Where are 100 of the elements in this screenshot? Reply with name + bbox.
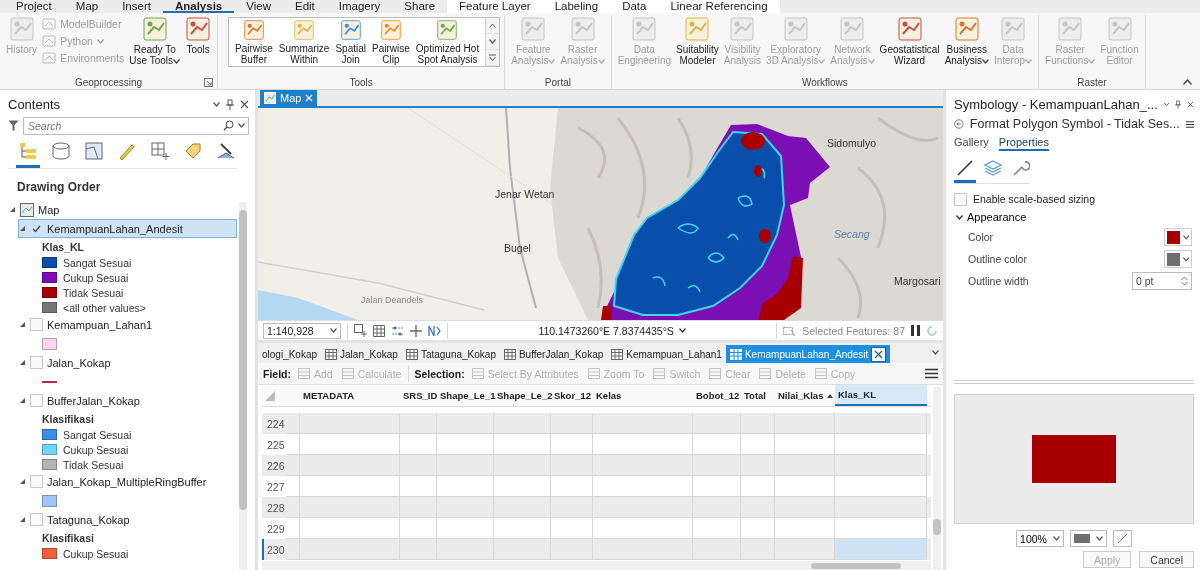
scroll-up-button[interactable] [486,18,500,34]
scale-field[interactable]: 1:140,928 [263,322,341,339]
ribbon-tab[interactable]: Linear Referencing [658,0,780,13]
ribbon-tab[interactable]: Map [63,0,111,13]
layer-add-icon[interactable] [354,324,367,337]
ribbon-button[interactable]: Geostatistical Wizard [877,15,942,67]
checkbox[interactable] [30,513,43,526]
expand-icon[interactable] [9,206,16,213]
column-header[interactable]: Total [741,385,775,406]
layer-item[interactable]: KemampuanLahan_Andesit [18,219,237,238]
expand-icon[interactable] [19,321,26,328]
expand-icon[interactable] [19,397,26,404]
pin-icon[interactable] [226,98,234,110]
ribbon-tab[interactable]: Imagery [326,0,393,13]
row-number[interactable]: 228 [262,497,286,518]
scroll-down-button[interactable] [486,34,500,50]
column-header[interactable]: SRS_ID [400,385,437,406]
column-header[interactable]: Bobot_12 [693,385,741,406]
ribbon-button[interactable]: Pairwise Buffer [233,18,275,66]
checkbox[interactable] [954,192,967,206]
ribbon-tab[interactable]: Feature Layer [447,0,543,13]
ribbon-button[interactable]: Suitability Modeler [674,15,721,67]
grid-icon[interactable] [373,324,385,337]
ribbon-button[interactable]: Tools [183,15,214,56]
layer-item[interactable]: Jalan_Kokap [18,353,237,372]
grid-plus-icon [150,141,170,161]
dialog-button[interactable]: Cancel [1139,551,1194,568]
pane-tab[interactable]: Gallery [954,136,989,151]
grid-toggle-button[interactable] [1112,530,1132,547]
ribbon-button[interactable]: Business Analysis [942,15,991,67]
table-tab[interactable]: ologi_Kokap [258,345,322,363]
column-header[interactable]: Shape_Le_1 [437,385,494,406]
checkbox-label[interactable]: Enable scale-based sizing [954,190,1194,208]
column-header[interactable]: Nilai_Klas [775,385,835,406]
map-tab[interactable]: Map [260,90,318,106]
ribbon-button[interactable]: Optimized Hot Spot Analysis [413,18,482,66]
layer-item[interactable]: BufferJalan_Kokap [18,391,237,410]
column-header[interactable]: Shape_Le_2 [494,385,551,406]
ribbon-tab[interactable]: Project [4,0,64,13]
column-header[interactable]: Kelas [593,385,693,406]
ribbon-tab[interactable]: Insert [110,0,163,13]
expand-icon[interactable] [19,225,26,232]
crosshair-icon[interactable] [410,324,422,337]
row-number[interactable]: 225 [262,434,286,455]
table-tab[interactable]: Kemampuan_Lahan1 [607,345,726,363]
pane-tab[interactable]: Properties [998,136,1049,151]
checkbox[interactable] [30,356,43,369]
collapse-icon[interactable] [1183,79,1192,85]
layer-item[interactable]: Kemampuan_Lahan1 [18,315,237,334]
ribbon-button[interactable]: Summarize Within [276,18,332,66]
table-tab[interactable]: Jalan_Kokap [321,345,402,363]
ribbon-button[interactable]: Spatial Join [333,18,368,66]
expand-icon[interactable] [19,478,26,485]
expand-icon[interactable] [19,359,26,366]
ribbon-tab[interactable]: Share [392,0,448,13]
row-number[interactable]: 224 [262,413,286,434]
pause-icon[interactable] [911,325,920,336]
color-picker[interactable] [1164,250,1192,268]
panel-tab[interactable] [954,159,976,183]
table-tab[interactable]: BufferJalan_Kokap [499,345,608,363]
search-icon[interactable] [223,120,234,131]
expand-gallery-button[interactable] [486,50,500,66]
number-field[interactable]: 0 pt [1132,272,1192,290]
ribbon-tab[interactable]: Data [610,0,659,13]
snapping-icon[interactable] [391,324,404,337]
layer-item[interactable]: Jalan_Kokap_MultipleRingBuffer [18,472,237,491]
background-select[interactable] [1069,530,1107,547]
ribbon-button[interactable]: Pairwise Clip [370,18,412,66]
close-button[interactable] [871,346,887,362]
close-icon[interactable] [1187,99,1194,109]
launcher-icon[interactable] [204,78,214,87]
menu-icon[interactable] [1185,118,1194,130]
checkbox[interactable] [30,318,43,331]
checkbox[interactable] [30,475,43,488]
back-icon[interactable] [954,117,964,131]
row-number[interactable]: 229 [262,518,286,539]
ribbon-button[interactable]: Ready To Use Tools [127,15,183,67]
checkbox[interactable] [30,394,43,407]
close-icon[interactable] [240,99,249,109]
filter-icon[interactable] [8,120,19,132]
view-tab[interactable] [16,141,40,168]
color-picker[interactable] [1164,228,1192,246]
row-number[interactable]: 227 [262,476,286,497]
search-field[interactable]: Search [23,117,249,135]
ribbon-tab[interactable]: View [234,0,283,13]
section-expander[interactable]: Appearance [954,208,1194,226]
column-header[interactable]: Klas_KL [835,385,927,406]
column-header[interactable]: Skor_12 [551,385,593,406]
ribbon-tab[interactable]: Labeling [542,0,611,13]
column-header[interactable]: METADATA [300,385,400,406]
layer-item[interactable]: Tataguna_Kokap [18,510,237,529]
expand-icon[interactable] [19,516,26,523]
menu-icon[interactable] [925,368,938,379]
zoom-select[interactable]: 100% [1016,530,1064,547]
row-number[interactable]: 226 [262,455,286,476]
pin-icon[interactable] [1175,98,1182,110]
north-arrow-icon[interactable] [428,324,441,337]
map-item[interactable]: Map [8,200,237,219]
table-tab[interactable]: Tataguna_Kokap [401,345,500,363]
ribbon-tab[interactable]: Edit [282,0,327,13]
